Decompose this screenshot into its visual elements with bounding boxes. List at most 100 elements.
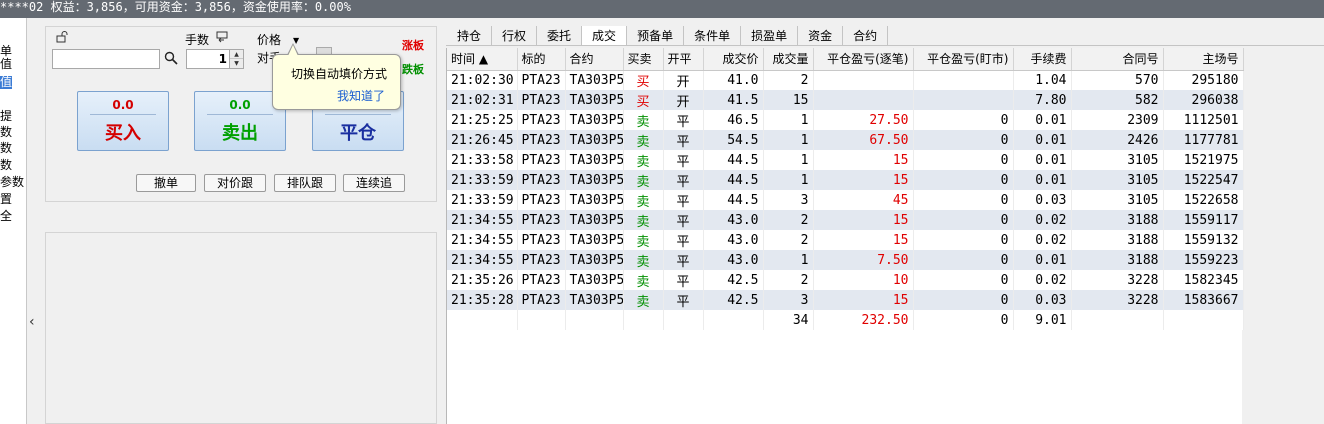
table-row[interactable]: 21:35:28 PTA23 TA303P5 卖平 42.5 3 15 0 0.03 3228 15… <box>447 290 1244 310</box>
cell-time: 21:33:59 <box>447 190 518 210</box>
tooltip-dismiss-link[interactable]: 我知道了 <box>337 87 385 104</box>
buy-button[interactable]: 0.0 买入 <box>77 91 169 151</box>
left-nav-item[interactable]: 参数 <box>0 176 24 189</box>
col-header-time[interactable]: 时间 ▲ <box>447 48 518 71</box>
tab-contracts[interactable]: 合约 <box>843 26 889 46</box>
cell-fee: 0.03 <box>1013 190 1072 210</box>
cancel-order-button[interactable]: 撤单 <box>136 174 196 192</box>
quantity-stepper[interactable]: 1 ▲ ▼ <box>186 49 244 69</box>
sell-divider <box>207 114 273 115</box>
tab-stop-orders[interactable]: 损盈单 <box>741 26 799 46</box>
spin-up-icon[interactable]: ▲ <box>230 50 243 59</box>
cell-fee: 0.03 <box>1013 290 1072 310</box>
cell-contract: TA303P5 <box>565 110 624 130</box>
cell-contract: TA303P5 <box>565 70 624 90</box>
left-nav-item[interactable]: 置 <box>0 193 12 206</box>
tab-orders[interactable]: 委托 <box>537 26 583 46</box>
tab-funds[interactable]: 资金 <box>798 26 844 46</box>
tab-conditional-orders[interactable]: 条件单 <box>684 26 742 46</box>
cell-pnl-trade: 27.50 <box>813 110 914 130</box>
col-header-order-id[interactable]: 合同号 <box>1071 48 1164 71</box>
cell-underlying: PTA23 <box>517 110 566 130</box>
spin-down-icon[interactable]: ▼ <box>230 59 243 68</box>
autofill-price-tooltip: 切换自动填价方式 我知道了 <box>272 43 401 110</box>
left-nav-item[interactable]: 值 <box>0 58 12 71</box>
table-row[interactable]: 21:25:25 PTA23 TA303P5 卖平 46.5 1 27.50 0 0.01 230… <box>447 110 1244 130</box>
cell-pnl-mtm: 0 <box>913 290 1014 310</box>
left-nav-item[interactable]: 提 <box>0 110 12 123</box>
table-row[interactable]: 21:34:55 PTA23 TA303P5 卖平 43.0 2 15 0 0.02 3188 15… <box>447 210 1244 230</box>
cell-exchange-id: 1583667 <box>1163 290 1244 310</box>
cell-side: 买 <box>623 70 664 90</box>
col-header-side[interactable]: 买卖 <box>623 48 664 71</box>
col-header-pnl-trade[interactable]: 平仓盈亏(逐笔) <box>813 48 914 71</box>
cell-pnl-mtm: 0 <box>913 250 1014 270</box>
cell-pnl-trade: 15 <box>813 210 914 230</box>
totals-blank <box>447 310 518 330</box>
lower-info-panel <box>45 232 437 424</box>
table-row[interactable]: 21:33:59 PTA23 TA303P5 卖平 44.5 1 15 0 0.01 3105 15… <box>447 170 1244 190</box>
continuous-chase-button[interactable]: 连续追 <box>343 174 405 192</box>
table-row[interactable]: 21:35:26 PTA23 TA303P5 卖平 42.5 2 10 0 0.02 3228 15… <box>447 270 1244 290</box>
cell-order-id: 3188 <box>1071 230 1164 250</box>
col-header-open-close[interactable]: 开平 <box>663 48 704 71</box>
cell-fee: 0.02 <box>1013 210 1072 230</box>
table-row[interactable]: 21:02:31 PTA23 TA303P5 买开 41.5 15 7.80 582 29603… <box>447 90 1244 110</box>
limit-up-label[interactable]: 涨板 <box>402 37 424 53</box>
table-row[interactable]: 21:02:30 PTA23 TA303P5 买开 41.0 2 1.04 570 295180 <box>447 70 1244 90</box>
left-nav-item[interactable]: 全 <box>0 210 12 223</box>
quantity-spinner[interactable]: ▲ ▼ <box>229 50 243 68</box>
cell-side: 卖 <box>623 170 664 190</box>
table-row[interactable]: 21:26:45 PTA23 TA303P5 卖平 54.5 1 67.50 0 0.01 242… <box>447 130 1244 150</box>
cell-pnl-trade: 15 <box>813 150 914 170</box>
cell-fee: 1.04 <box>1013 70 1072 90</box>
table-row[interactable]: 21:33:59 PTA23 TA303P5 卖平 44.5 3 45 0 0.03 3105 15… <box>447 190 1244 210</box>
cell-fee: 0.01 <box>1013 110 1072 130</box>
tab-trades[interactable]: 成交 <box>582 26 628 46</box>
col-header-volume[interactable]: 成交量 <box>763 48 814 71</box>
contract-code-input[interactable] <box>52 49 160 69</box>
cell-price: 41.0 <box>703 70 764 90</box>
cell-open-close: 平 <box>663 170 704 190</box>
left-nav-item[interactable]: 数 <box>0 159 12 172</box>
cell-order-id: 2309 <box>1071 110 1164 130</box>
follow-queue-price-button[interactable]: 排队跟 <box>274 174 336 192</box>
col-header-pnl-mtm[interactable]: 平仓盈亏(盯市) <box>913 48 1014 71</box>
cell-volume: 2 <box>763 230 814 250</box>
limit-down-label[interactable]: 跌板 <box>402 61 424 77</box>
left-nav-item[interactable]: 数 <box>0 142 12 155</box>
cell-time: 21:26:45 <box>447 130 518 150</box>
tab-prepared-orders[interactable]: 预备单 <box>627 26 685 46</box>
quantity-default-icon[interactable] <box>216 31 228 43</box>
collapse-arrow-icon[interactable]: ‹ <box>29 314 35 330</box>
cell-side: 卖 <box>623 190 664 210</box>
table-row[interactable]: 21:33:58 PTA23 TA303P5 卖平 44.5 1 15 0 0.01 3105 15… <box>447 150 1244 170</box>
cell-underlying: PTA23 <box>517 270 566 290</box>
unlock-icon[interactable] <box>56 31 69 43</box>
search-icon[interactable] <box>164 51 178 65</box>
col-header-price[interactable]: 成交价 <box>703 48 764 71</box>
cell-pnl-trade: 67.50 <box>813 130 914 150</box>
cell-exchange-id: 1112501 <box>1163 110 1244 130</box>
cell-exchange-id: 1559132 <box>1163 230 1244 250</box>
col-header-fee[interactable]: 手续费 <box>1013 48 1072 71</box>
totals-row: 34 232.50 0 9.01 <box>447 310 1244 330</box>
total-pnl-trade: 232.50 <box>813 310 914 330</box>
cell-side: 卖 <box>623 230 664 250</box>
left-nav-item[interactable]: 数 <box>0 126 12 139</box>
cell-side: 卖 <box>623 270 664 290</box>
col-header-exchange-id[interactable]: 主场号 <box>1163 48 1244 71</box>
left-nav-item-selected[interactable]: 值 <box>0 76 13 89</box>
cell-pnl-trade: 15 <box>813 170 914 190</box>
table-row[interactable]: 21:34:55 PTA23 TA303P5 卖平 43.0 2 15 0 0.02 3188 15… <box>447 230 1244 250</box>
cell-contract: TA303P5 <box>565 270 624 290</box>
tab-positions[interactable]: 持仓 <box>447 26 493 46</box>
follow-counter-price-button[interactable]: 对价跟 <box>204 174 266 192</box>
table-row[interactable]: 21:34:55 PTA23 TA303P5 卖平 43.0 1 7.50 0 0.01 3188… <box>447 250 1244 270</box>
col-header-underlying[interactable]: 标的 <box>517 48 566 71</box>
cell-underlying: PTA23 <box>517 170 566 190</box>
col-header-contract[interactable]: 合约 <box>565 48 624 71</box>
totals-blank <box>517 310 566 330</box>
tab-exercise[interactable]: 行权 <box>492 26 538 46</box>
totals-blank <box>1163 310 1244 330</box>
